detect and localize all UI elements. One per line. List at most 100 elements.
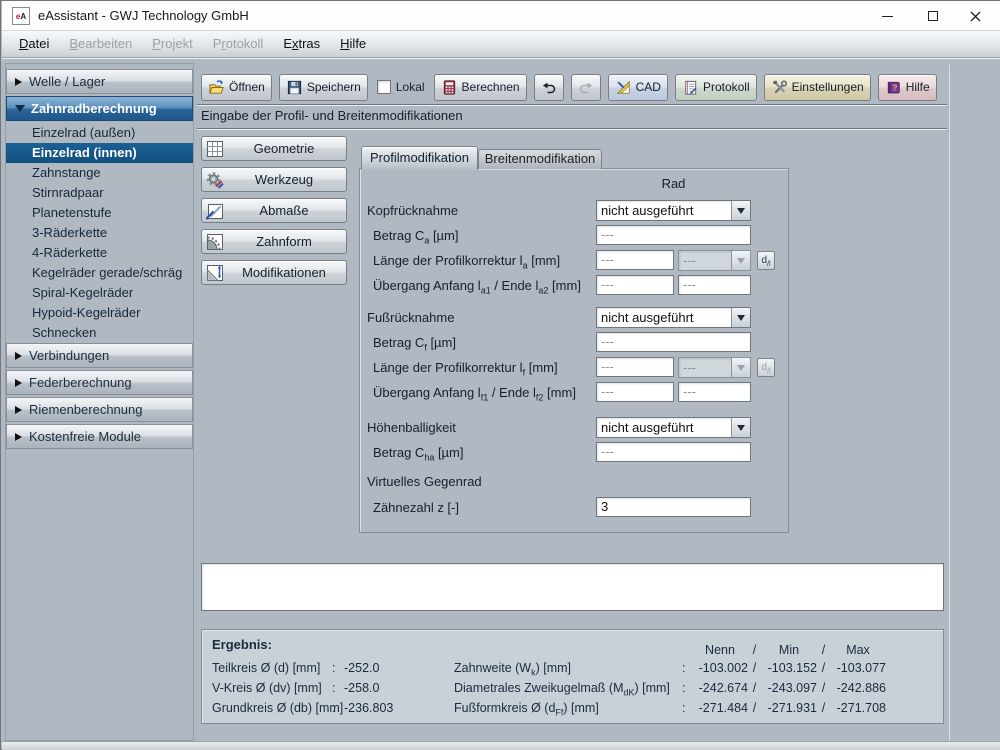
sidebar-item-einzelrad-innen[interactable]: Einzelrad (innen) — [6, 143, 193, 163]
sidebar-section-federberechnung[interactable]: Federberechnung — [6, 370, 193, 395]
minimize-button[interactable] — [864, 1, 910, 31]
laenge-la-field[interactable]: --- — [596, 250, 674, 270]
menu-datei[interactable]: Datei — [9, 31, 59, 57]
laenge-la-label: Länge der Profilkorrektur la [mm] — [373, 253, 561, 271]
sidebar: Welle / Lager Zahnradberechnung Einzelra… — [5, 63, 194, 741]
results-row-teilkreis: Teilkreis Ø (d) [mm] : -252.0 Zahnweite … — [202, 660, 943, 678]
tab-profilmodifikation[interactable]: Profilmodifikation — [361, 146, 478, 170]
tab-breitenmodifikation[interactable]: Breitenmodifikation — [478, 149, 602, 169]
modifikationen-button[interactable]: Modifikationen — [201, 260, 347, 285]
sidebar-item-hypoid-kegelraeder[interactable]: Hypoid-Kegelräder — [6, 303, 193, 323]
result-value: -236.803 — [344, 701, 394, 715]
dropdown-arrow-button[interactable] — [731, 201, 750, 220]
zaehnezahl-label: Zähnezahl z [-] — [373, 500, 459, 515]
results-row-v-kreis: V-Kreis Ø (dv) [mm] : -258.0 Diametrales… — [202, 680, 943, 698]
result-value: -258.0 — [344, 681, 380, 695]
dl-toggle-button[interactable]: d/l — [757, 251, 775, 270]
betrag-cf-field[interactable]: --- — [596, 332, 751, 352]
open-button[interactable]: Öffnen — [201, 73, 272, 101]
col-nenn: Nenn — [705, 643, 735, 657]
dropdown-arrow-button[interactable] — [731, 308, 750, 327]
gear-pencils-icon — [206, 172, 224, 189]
dropdown-arrow-button[interactable] — [731, 418, 750, 437]
einstellungen-button[interactable]: Einstellungen — [763, 73, 871, 101]
sidebar-section-label: Zahnradberechnung — [31, 101, 157, 116]
lokal-checkbox-group: Lokal — [376, 80, 425, 94]
uebergang-f-field-1[interactable]: --- — [596, 382, 674, 402]
sidebar-item-4-raederkette[interactable]: 4-Räderkette — [6, 243, 193, 263]
hoehenballigkeit-dropdown[interactable]: nicht ausgeführt — [596, 417, 751, 438]
maximize-button[interactable] — [910, 1, 956, 31]
separator — [197, 128, 947, 130]
sidebar-item-kegelraeder[interactable]: Kegelräder gerade/schräg — [6, 263, 193, 283]
protokoll-button[interactable]: Protokoll — [674, 73, 757, 101]
kopfruecknahme-dropdown[interactable]: nicht ausgeführt — [596, 200, 751, 221]
message-area[interactable] — [201, 563, 944, 611]
menu-protokoll: Protokoll — [212, 36, 264, 51]
sidebar-section-riemenberechnung[interactable]: Riemenberechnung — [6, 397, 193, 422]
zahnform-button[interactable]: Zahnform — [201, 229, 347, 254]
sidebar-item-schnecken[interactable]: Schnecken — [6, 323, 193, 343]
betrag-cha-field[interactable]: --- — [596, 442, 751, 462]
cad-button[interactable]: CAD — [607, 73, 668, 101]
column-header-rad: Rad — [661, 176, 686, 191]
dropdown-arrow-button — [731, 358, 750, 377]
result-label: Diametrales Zweikugelmaß (MdK) [mm] — [454, 681, 670, 698]
sidebar-section-zahnradberechnung[interactable]: Zahnradberechnung — [6, 96, 193, 121]
sidebar-item-zahnstange[interactable]: Zahnstange — [6, 163, 193, 183]
uebergang-a-field-2[interactable]: --- — [678, 275, 751, 295]
save-button[interactable]: Speichern — [278, 73, 368, 101]
abmasse-button[interactable]: Abmaße — [201, 198, 347, 223]
undo-button[interactable] — [533, 73, 564, 101]
close-button[interactable] — [952, 1, 998, 31]
sidebar-section-kostenfreie-module[interactable]: Kostenfreie Module — [6, 424, 193, 449]
col-sep: / — [752, 643, 757, 657]
hilfe-button[interactable]: ? Hilfe — [877, 73, 937, 101]
betrag-cha-label: Betrag Cha [µm] — [373, 445, 464, 463]
laenge-lf-field[interactable]: --- — [596, 357, 674, 377]
sidebar-section-verbindungen[interactable]: Verbindungen — [6, 343, 193, 368]
grid-icon — [207, 141, 223, 157]
menu-bar: Datei Bearbeiten Projekt Protokoll Extra… — [2, 31, 1000, 58]
window-bottom-edge — [2, 741, 1000, 750]
lokal-checkbox[interactable] — [376, 80, 391, 94]
hoehenballigkeit-value: nicht ausgeführt — [601, 420, 694, 435]
uebergang-f-label: Übergang Anfang lf1 / Ende lf2 [mm] — [373, 385, 576, 403]
sidebar-item-stirnradpaar[interactable]: Stirnradpaar — [6, 183, 193, 203]
redo-button — [570, 73, 601, 101]
uebergang-a-field-1[interactable]: --- — [596, 275, 674, 295]
sidebar-item-einzelrad-aussen[interactable]: Einzelrad (außen) — [6, 123, 193, 143]
chevron-down-icon — [737, 257, 745, 264]
betrag-cf-label: Betrag Cf [µm] — [373, 335, 456, 353]
svg-text:?: ? — [892, 83, 897, 92]
berechnen-button[interactable]: Berechnen — [433, 73, 527, 101]
min-value: -243.097 — [767, 681, 817, 695]
menu-extras[interactable]: Extras — [273, 31, 330, 57]
collapsed-arrow-icon — [15, 432, 22, 441]
results-panel: Ergebnis: Nenn / Min / Max Teilkreis Ø (… — [201, 629, 944, 724]
uebergang-f-field-2[interactable]: --- — [678, 382, 751, 402]
menu-bearbeiten: Bearbeiten — [69, 36, 133, 51]
sidebar-item-spiral-kegelraeder[interactable]: Spiral-Kegelräder — [6, 283, 193, 303]
min-value: -271.931 — [767, 701, 817, 715]
lokal-checkbox-label: Lokal — [395, 80, 425, 94]
werkzeug-button[interactable]: Werkzeug — [201, 167, 347, 192]
floppy-disk-icon — [287, 80, 301, 94]
result-label: V-Kreis Ø (dv) [mm] — [212, 681, 322, 695]
sidebar-item-3-raederkette[interactable]: 3-Räderkette — [6, 223, 193, 243]
collapsed-arrow-icon — [15, 405, 22, 414]
menu-hilfe[interactable]: Hilfe — [330, 31, 376, 57]
collapsed-arrow-icon — [15, 378, 22, 387]
book-icon: ? — [887, 81, 900, 93]
zaehnezahl-field[interactable]: 3 — [596, 497, 751, 517]
fussruecknahme-dropdown[interactable]: nicht ausgeführt — [596, 307, 751, 328]
geometrie-button[interactable]: Geometrie — [201, 136, 347, 161]
folder-open-icon — [209, 79, 224, 94]
laenge-lf-dropdown: --- — [678, 357, 751, 378]
betrag-ca-field[interactable]: --- — [596, 225, 751, 245]
collapsed-arrow-icon — [15, 351, 22, 360]
sidebar-section-label: Riemenberechnung — [29, 402, 143, 417]
kopfruecknahme-value: nicht ausgeführt — [601, 203, 694, 218]
sidebar-item-planetenstufe[interactable]: Planetenstufe — [6, 203, 193, 223]
sidebar-section-welle-lager[interactable]: Welle / Lager — [6, 69, 193, 94]
